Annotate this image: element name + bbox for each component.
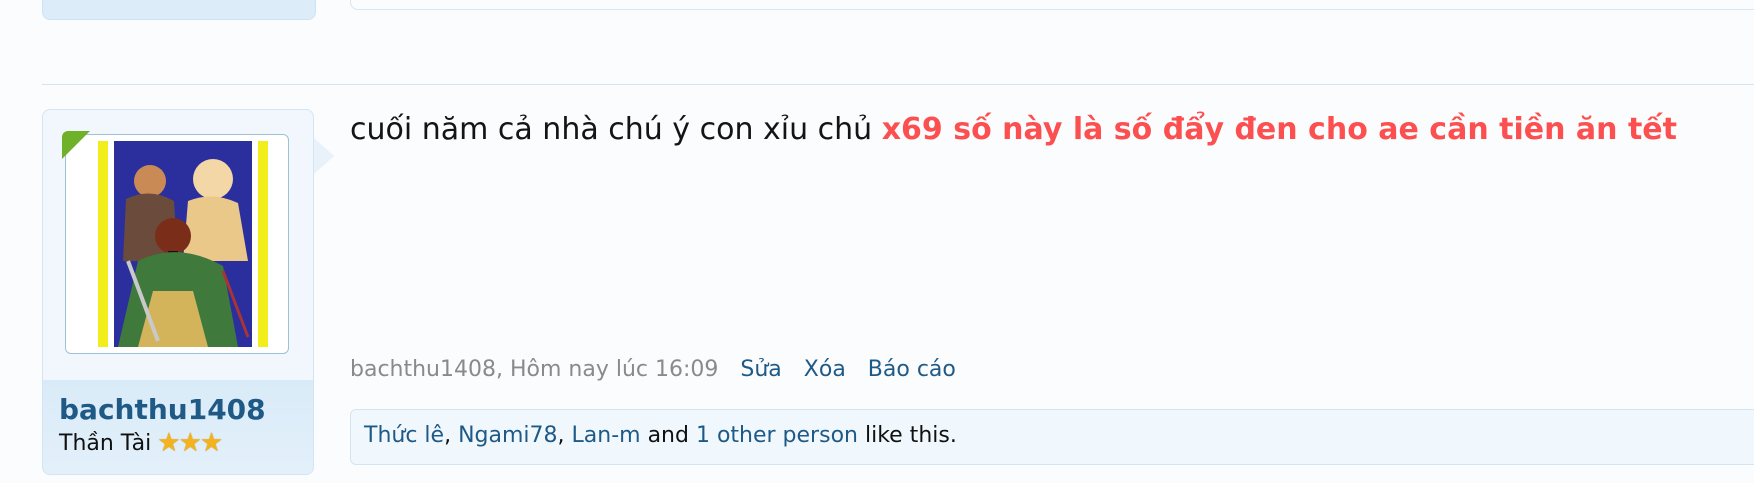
like-user-link[interactable]: Lan-m: [572, 423, 641, 448]
like-user-link[interactable]: Ngami78: [458, 423, 557, 448]
likes-separator: ,: [444, 423, 459, 448]
likes-and-text: and: [640, 423, 696, 448]
avatar[interactable]: [65, 134, 289, 354]
user-rank-label: Thần Tài: [59, 430, 152, 456]
likes-suffix-text: like this.: [857, 423, 957, 448]
previous-post-user-block: [42, 0, 316, 20]
message-pointer-arrow: [314, 138, 334, 174]
post-meta: bachthu1408, Hôm nay lúc 16:09 Sửa Xóa B…: [350, 357, 956, 382]
report-link[interactable]: Báo cáo: [868, 357, 956, 382]
message-text: cuối năm cả nhà chú ý con xỉu chủ: [350, 112, 882, 147]
likes-separator: ,: [557, 423, 572, 448]
message-highlight-text: x69 số này là số đẩy đen cho ae cần tiền…: [881, 112, 1677, 147]
like-user-link[interactable]: Thức lê: [364, 423, 444, 448]
post-author-time[interactable]: bachthu1408, Hôm nay lúc 16:09: [350, 357, 718, 382]
previous-post-likes-bar: [350, 0, 1754, 10]
post-message: cuối năm cả nhà chú ý con xỉu chủ x69 số…: [350, 112, 1677, 147]
rank-stars-icon: ★★★: [157, 428, 223, 458]
avatar-image: [98, 141, 268, 347]
likes-others-link[interactable]: 1 other person: [696, 423, 858, 448]
post-separator: [42, 84, 1754, 85]
username[interactable]: bachthu1408: [59, 393, 266, 426]
user-title: Thần Tài ★★★: [59, 428, 223, 458]
online-status-icon: [62, 131, 90, 159]
edit-link[interactable]: Sửa: [740, 357, 781, 382]
user-info-panel: bachthu1408 Thần Tài ★★★: [42, 109, 314, 475]
likes-summary: Thức lê, Ngami78, Lan-m and 1 other pers…: [350, 409, 1754, 465]
delete-link[interactable]: Xóa: [804, 357, 846, 382]
